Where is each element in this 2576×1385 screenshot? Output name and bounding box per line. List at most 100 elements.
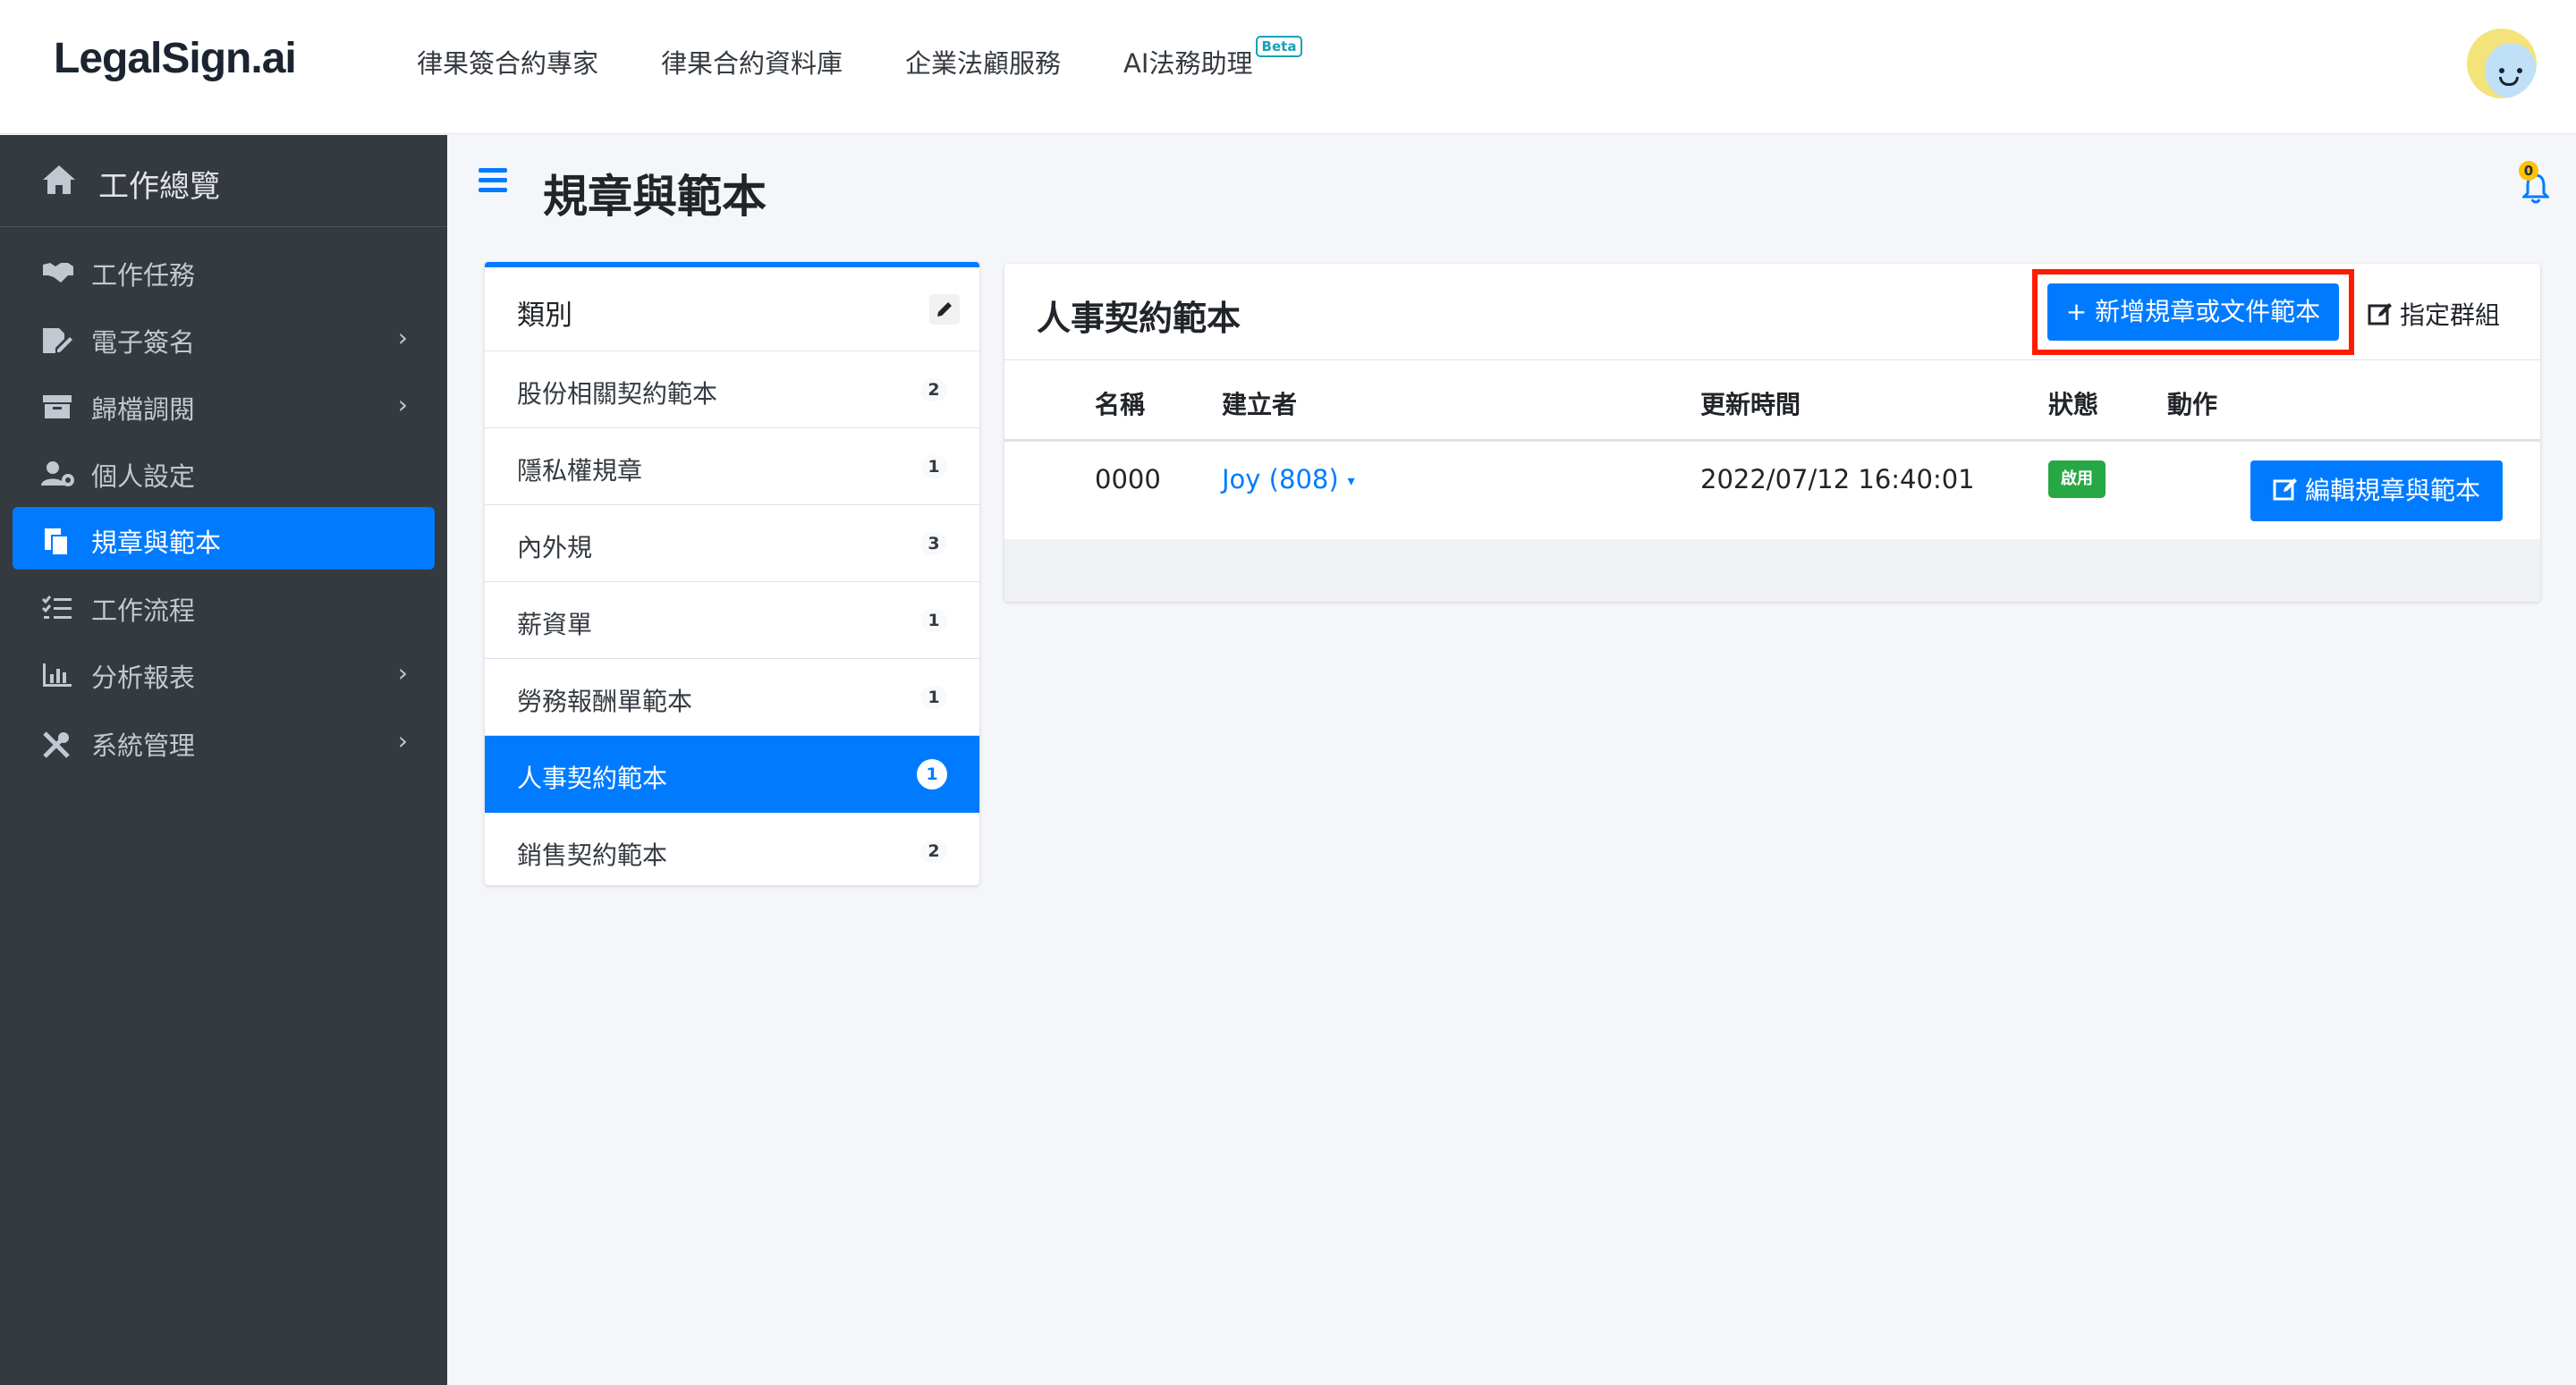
column-header-action: 動作 [2167, 390, 2218, 419]
sidebar-item-esign[interactable]: 電子簽名 › [13, 307, 435, 369]
sidebar-item-archive[interactable]: 歸檔調閱 › [13, 374, 435, 436]
home-icon [41, 164, 77, 196]
category-title: 類別 [517, 300, 572, 332]
category-count-badge: 1 [920, 609, 947, 632]
category-item[interactable]: 銷售契約範本 2 [485, 813, 979, 885]
category-count-badge: 1 [917, 759, 947, 790]
tools-icon [41, 730, 73, 758]
caret-down-icon: ▾ [1347, 472, 1355, 489]
category-card: 類別 股份相關契約範本 2 隱私權規章 1 內外規 3 薪資單 1 勞務報酬單範… [485, 262, 979, 885]
category-item[interactable]: 勞務報酬單範本 1 [485, 659, 979, 736]
avatar[interactable] [2467, 29, 2537, 98]
add-template-label: 新增規章或文件範本 [2095, 297, 2321, 326]
template-list-title: 人事契約範本 [1037, 299, 1241, 338]
category-label: 薪資單 [517, 610, 593, 639]
category-item[interactable]: 內外規 3 [485, 505, 979, 582]
edit-square-icon [2368, 300, 2394, 327]
edit-square-icon [2273, 476, 2300, 502]
chevron-right-icon: › [397, 726, 408, 756]
table-header-divider [1004, 439, 2540, 442]
sidebar-item-label: 系統管理 [91, 731, 196, 761]
sidebar-item-label: 工作流程 [91, 595, 196, 626]
assign-group-button[interactable]: 指定群組 [2368, 296, 2500, 332]
brand-logo[interactable]: LegalSign.ai [54, 34, 297, 83]
category-item[interactable]: 薪資單 1 [485, 582, 979, 659]
category-label: 股份相關契約範本 [517, 379, 718, 409]
chevron-right-icon: › [397, 390, 408, 419]
sidebar-item-profile[interactable]: 個人設定 [13, 441, 435, 503]
category-header: 類別 [485, 267, 979, 351]
menu-toggle-icon[interactable] [479, 168, 507, 192]
sidebar-item-templates[interactable]: 規章與範本 [13, 507, 435, 570]
sidebar-home-label: 工作總覽 [98, 169, 220, 205]
chart-icon [41, 662, 73, 688]
category-count-badge: 1 [920, 455, 947, 478]
category-label: 人事契約範本 [517, 764, 668, 793]
sidebar-item-label: 個人設定 [91, 461, 196, 492]
plus-icon: + [2065, 297, 2096, 326]
avatar-eye-right [2517, 68, 2522, 73]
sidebar: 工作總覽 工作任務 電子簽名 › 歸檔調閱 › 個人設定 規章與範本 工作流程 … [0, 135, 447, 1385]
card-footer [1004, 539, 2540, 602]
top-navbar: LegalSign.ai 律果簽合約專家 律果合約資料庫 企業法顧服務 AI法務… [0, 0, 2576, 134]
topnav-item-legal-service[interactable]: 企業法顧服務 [905, 43, 1061, 80]
topnav-item-ai-assistant-label: AI法務助理 [1123, 48, 1253, 79]
sidebar-item-label: 歸檔調閱 [91, 394, 196, 425]
status-badge: 啟用 [2048, 460, 2106, 498]
sidebar-item-reports[interactable]: 分析報表 › [13, 642, 435, 705]
edit-category-button[interactable] [929, 294, 960, 325]
signature-icon [41, 326, 73, 353]
category-item[interactable]: 隱私權規章 1 [485, 428, 979, 505]
chevron-right-icon: › [397, 323, 408, 352]
edit-template-label: 編輯規章與範本 [2304, 476, 2480, 505]
top-nav: 律果簽合約專家 律果合約資料庫 企業法顧服務 AI法務助理 Beta [417, 36, 1303, 80]
category-label: 銷售契約範本 [517, 840, 668, 870]
notification-badge: 0 [2519, 161, 2538, 181]
category-label: 內外規 [517, 533, 593, 562]
sidebar-item-label: 工作任務 [91, 260, 196, 291]
sidebar-item-label: 電子簽名 [91, 327, 196, 358]
template-list-header: 人事契約範本 + 新增規章或文件範本 指定群組 [1004, 264, 2540, 360]
avatar-face [2485, 43, 2537, 98]
category-count-badge: 1 [920, 686, 947, 709]
column-header-updated[interactable]: 更新時間 [1700, 385, 1801, 421]
category-count-badge: 2 [920, 840, 947, 863]
handshake-icon [41, 259, 73, 286]
sidebar-item-tasks[interactable]: 工作任務 [13, 240, 435, 302]
chevron-right-icon: › [397, 658, 408, 688]
archive-icon [41, 393, 73, 420]
sidebar-item-admin[interactable]: 系統管理 › [13, 710, 435, 773]
tasks-icon [41, 595, 73, 621]
sidebar-item-label: 分析報表 [91, 663, 196, 693]
sidebar-item-label: 規章與範本 [91, 528, 222, 558]
category-count-badge: 2 [920, 378, 947, 401]
column-header-creator[interactable]: 建立者 [1222, 385, 1297, 421]
edit-template-button[interactable]: 編輯規章與範本 [2250, 460, 2503, 521]
topnav-item-ai-assistant[interactable]: AI法務助理 Beta [1123, 36, 1303, 80]
creator-link[interactable]: Joy (808) ▾ [1222, 464, 1355, 494]
pencil-icon [937, 302, 952, 317]
page-title: 規章與範本 [543, 171, 767, 223]
category-item[interactable]: 股份相關契約範本 2 [485, 351, 979, 428]
category-label: 勞務報酬單範本 [517, 687, 693, 716]
beta-badge: Beta [1255, 36, 1303, 57]
category-item-active[interactable]: 人事契約範本 1 [485, 736, 979, 813]
topnav-item-contract-expert[interactable]: 律果簽合約專家 [417, 43, 598, 80]
column-header-status[interactable]: 狀態 [2048, 385, 2098, 421]
category-label: 隱私權規章 [517, 456, 643, 486]
creator-label: Joy (808) [1222, 464, 1339, 494]
column-header-name[interactable]: 名稱 [1095, 385, 1145, 421]
sidebar-item-dashboard[interactable]: 工作總覽 [0, 135, 447, 227]
sidebar-item-workflow[interactable]: 工作流程 [13, 575, 435, 638]
copy-icon [41, 527, 73, 556]
add-template-button[interactable]: + 新增規章或文件範本 [2047, 283, 2339, 341]
avatar-eye-left [2499, 68, 2504, 73]
template-name: 0000 [1095, 464, 1161, 494]
template-list-card: 人事契約範本 + 新增規章或文件範本 指定群組 名稱 建立者 更新時間 狀態 動… [1004, 264, 2540, 602]
topnav-item-contract-database[interactable]: 律果合約資料庫 [661, 43, 843, 80]
category-count-badge: 3 [920, 532, 947, 555]
user-gear-icon [41, 460, 74, 487]
avatar-smile [2499, 77, 2519, 86]
assign-group-label: 指定群組 [2400, 300, 2501, 330]
updated-time: 2022/07/12 16:40:01 [1700, 464, 1975, 494]
